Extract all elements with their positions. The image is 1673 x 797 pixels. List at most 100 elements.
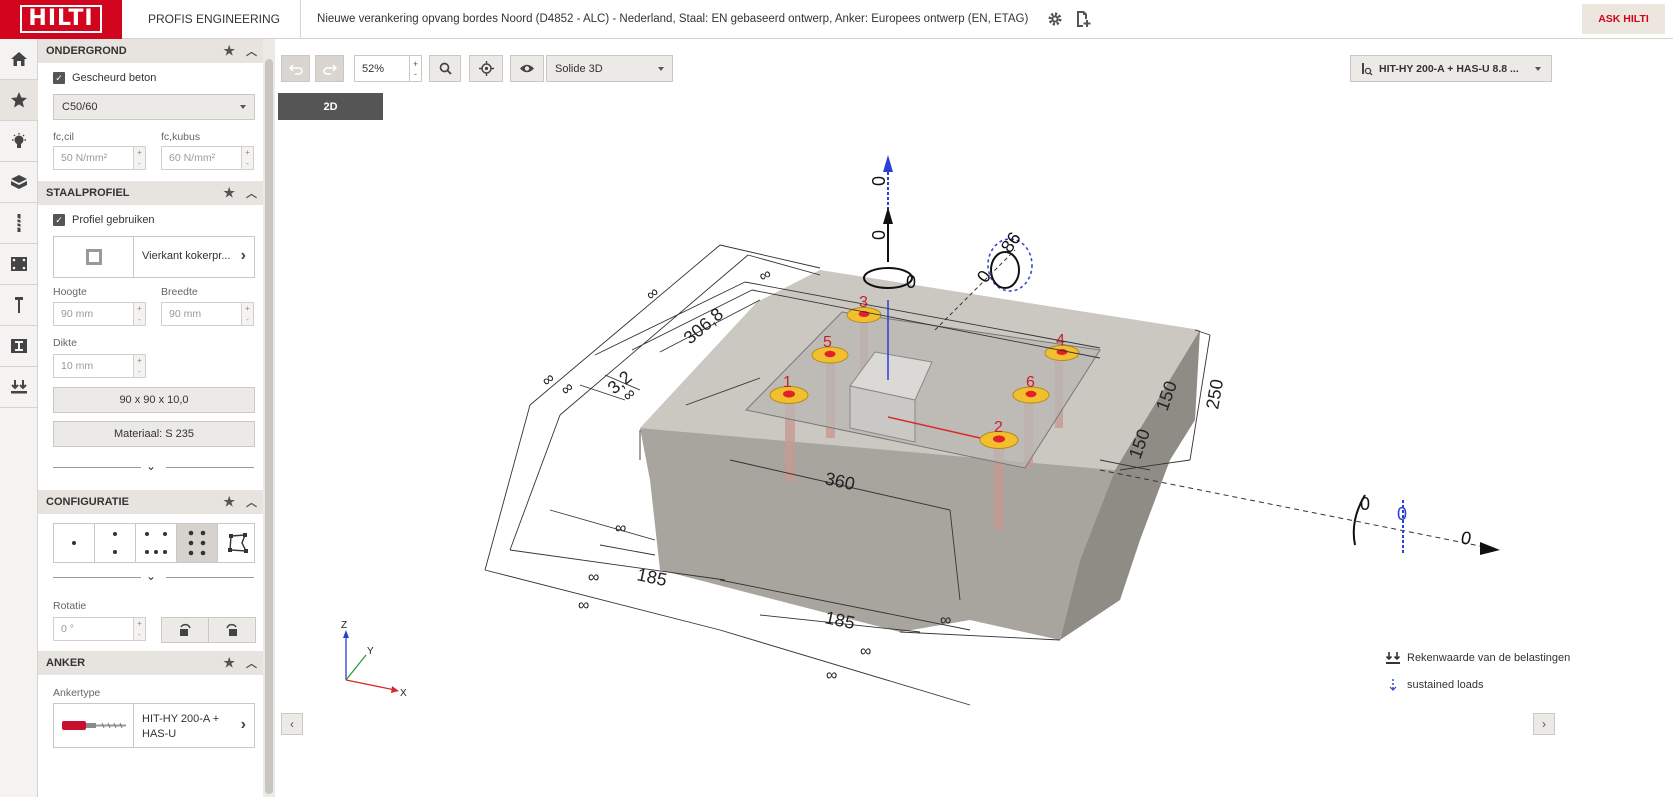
recenter-button[interactable] xyxy=(469,55,503,82)
collapse-icon[interactable]: ︿ xyxy=(246,494,257,510)
section-anker-header[interactable]: ANKER ★ ︿ xyxy=(38,651,263,675)
collapse-icon[interactable]: ︿ xyxy=(246,43,257,59)
fc-cyl-label: fc,cil xyxy=(53,131,74,143)
star-icon[interactable] xyxy=(0,80,38,121)
legend-sustained: sustained loads xyxy=(1385,678,1483,692)
loads-icon[interactable] xyxy=(0,367,38,408)
scroll-thumb[interactable] xyxy=(265,59,273,794)
add-document-icon[interactable] xyxy=(1074,10,1092,28)
expand-chevron-icon[interactable]: ⌄ xyxy=(146,569,156,583)
material-button[interactable]: Materiaal: S 235 xyxy=(53,421,255,447)
square-hollow-icon xyxy=(54,237,134,277)
section-title: ONDERGROND xyxy=(46,45,127,57)
dim-label: ∞ xyxy=(757,265,775,285)
rotation-stepper[interactable]: + - xyxy=(133,617,146,641)
app-header: HILTI PROFIS ENGINEERING Nieuwe veranker… xyxy=(0,0,1673,39)
load-label: 0 xyxy=(869,230,889,240)
hilti-logo[interactable]: HILTI xyxy=(0,0,122,39)
cracked-concrete-checkbox[interactable]: ✓ xyxy=(53,72,65,84)
thickness-stepper[interactable]: + - xyxy=(133,354,146,378)
custom-layout-icon[interactable] xyxy=(218,524,258,562)
project-title[interactable]: Nieuwe verankering opvang bordes Noord (… xyxy=(317,13,1028,25)
dim-label: ∞ xyxy=(588,569,599,586)
collapse-icon[interactable]: ︿ xyxy=(246,655,257,671)
anchor-search-icon xyxy=(1360,62,1373,79)
load-label: 0 xyxy=(1360,494,1370,514)
zoom-stepper[interactable]: + - xyxy=(409,55,422,82)
favorite-star-icon[interactable]: ★ xyxy=(223,185,235,201)
concrete-class-value: C50/60 xyxy=(62,101,98,113)
use-profile-checkbox[interactable]: ✓ xyxy=(53,214,65,226)
legend-sustained-label: sustained loads xyxy=(1407,679,1484,691)
zoom-input[interactable]: 52% xyxy=(354,55,410,82)
redo-button[interactable] xyxy=(315,55,344,82)
zoom-search-button[interactable] xyxy=(429,55,461,82)
undo-button[interactable] xyxy=(281,55,310,82)
section-configuratie-header[interactable]: CONFIGURATIE ★ ︿ xyxy=(38,490,263,514)
panel-scrollbar[interactable] xyxy=(263,39,275,797)
gear-icon[interactable] xyxy=(1046,10,1064,28)
anchor-rod-icon[interactable] xyxy=(0,203,38,244)
nav-left-button[interactable]: ‹ xyxy=(281,713,303,735)
width-stepper[interactable]: + - xyxy=(241,302,254,326)
eye-icon xyxy=(520,64,534,73)
section-title: CONFIGURATIE xyxy=(46,496,129,508)
thickness-input[interactable]: 10 mm xyxy=(53,354,134,378)
fc-cube-stepper[interactable]: + - xyxy=(241,146,254,170)
cracked-concrete-label: Gescheurd beton xyxy=(72,72,157,84)
anchor-label: 5 xyxy=(823,334,832,351)
target-icon xyxy=(478,61,494,76)
model-3d-viewport[interactable]: 1 2 3 4 5 6 ∞ 306,8 ∞ ∞ ∞ 3,2 ∞ 360 185 … xyxy=(277,130,1667,740)
profile-type-selector[interactable]: Vierkant kokerpr... › xyxy=(53,236,255,278)
ask-hilti-button[interactable]: ASK HILTI xyxy=(1582,4,1665,34)
rotate-right-button[interactable] xyxy=(208,617,256,643)
cube-icon[interactable] xyxy=(0,162,38,203)
chevron-right-icon: › xyxy=(240,247,246,264)
fc-cyl-stepper[interactable]: + - xyxy=(133,146,146,170)
height-input[interactable]: 90 mm xyxy=(53,302,134,326)
section-staalprofiel-header[interactable]: STAALPROFIEL ★ ︿ xyxy=(38,181,263,205)
favorite-star-icon[interactable]: ★ xyxy=(223,43,235,59)
expand-chevron-icon[interactable]: ⌄ xyxy=(146,459,156,473)
profile-icon[interactable] xyxy=(0,326,38,367)
sustained-loads-icon xyxy=(1389,679,1397,691)
lightbulb-icon[interactable] xyxy=(0,121,38,162)
section-ondergrond-header[interactable]: ONDERGROND ★ ︿ xyxy=(38,39,263,63)
rotation-input[interactable]: 0 ° xyxy=(53,617,134,641)
view-mode-select[interactable]: Solide 3D xyxy=(546,55,673,82)
favorite-star-icon[interactable]: ★ xyxy=(223,655,235,671)
section-title: STAALPROFIEL xyxy=(46,187,130,199)
height-label: Hoogte xyxy=(53,286,87,298)
dim-label: ∞ xyxy=(539,370,559,390)
dim-label: ∞ xyxy=(860,643,871,660)
layout-6-anchors-icon[interactable] xyxy=(177,524,218,562)
nav-right-button[interactable]: › xyxy=(1533,713,1555,735)
load-label: 0 xyxy=(906,272,916,292)
concrete-class-select[interactable]: C50/60 xyxy=(53,94,255,120)
home-icon[interactable] xyxy=(0,39,38,80)
layout-1-anchor-icon[interactable] xyxy=(54,524,95,562)
width-input[interactable]: 90 mm xyxy=(161,302,242,326)
visibility-button[interactable] xyxy=(510,55,544,82)
rotate-right-icon xyxy=(226,623,237,636)
column-icon[interactable] xyxy=(0,285,38,326)
profile-size-button[interactable]: 90 x 90 x 10,0 xyxy=(53,387,255,413)
dim-label: ∞ xyxy=(643,284,662,304)
rotate-left-icon xyxy=(180,623,191,636)
view-2d-button[interactable]: 2D xyxy=(278,93,383,120)
rotate-left-button[interactable] xyxy=(161,617,209,643)
thickness-label: Dikte xyxy=(53,337,77,349)
anchor-product-select[interactable]: HIT-HY 200-A + HAS-U 8.8 ... xyxy=(1350,55,1552,82)
fc-cyl-input[interactable]: 50 N/mm² xyxy=(53,146,134,170)
height-stepper[interactable]: + - xyxy=(133,302,146,326)
anchor-type-label: Ankertype xyxy=(53,687,101,699)
layout-4-anchors-icon[interactable] xyxy=(136,524,177,562)
fc-cube-input[interactable]: 60 N/mm² xyxy=(161,146,242,170)
legend-design-loads-label: Rekenwaarde van de belastingen xyxy=(1407,652,1571,664)
collapse-icon[interactable]: ︿ xyxy=(246,185,257,201)
rotation-label: Rotatie xyxy=(53,600,87,612)
anchor-type-selector[interactable]: HIT-HY 200-A + HAS-U › xyxy=(53,703,255,748)
favorite-star-icon[interactable]: ★ xyxy=(223,494,235,510)
layout-2-anchors-icon[interactable] xyxy=(95,524,136,562)
baseplate-icon[interactable] xyxy=(0,244,38,285)
